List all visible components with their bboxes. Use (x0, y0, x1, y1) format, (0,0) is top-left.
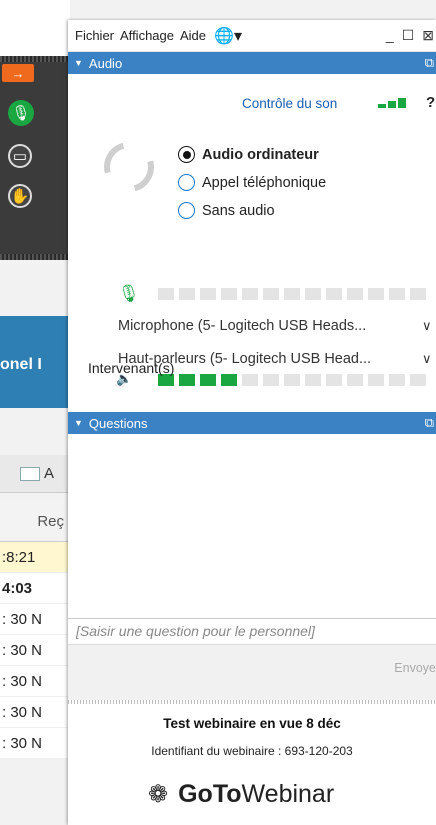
questions-log (68, 434, 436, 618)
list-item[interactable]: : 30 N (0, 635, 70, 666)
raise-hand-icon[interactable]: ✋ (8, 184, 32, 208)
restore-icon[interactable]: ☐ (402, 27, 415, 44)
list-item[interactable]: :8:21 (0, 542, 70, 573)
level-segment (242, 288, 258, 300)
chevron-down-icon[interactable]: ∨ (422, 318, 432, 334)
menu-aide[interactable]: Aide (180, 28, 206, 43)
resize-grip[interactable] (68, 700, 436, 704)
menu-fichier[interactable]: Fichier (75, 28, 114, 43)
level-segment (389, 288, 405, 300)
level-segment (179, 288, 195, 300)
sound-control-link[interactable]: Contrôle du son (242, 96, 337, 111)
option-computer-audio[interactable]: Audio ordinateur (178, 146, 319, 163)
send-button[interactable]: Envoye (394, 661, 436, 675)
option-phone-call[interactable]: Appel téléphonique (178, 174, 326, 191)
webinar-id: Identifiant du webinaire : 693-120-203 (151, 744, 353, 758)
toolbar-text: A (44, 465, 55, 482)
background-banner: onel I (0, 316, 70, 408)
background-control-bar: → 🎙 ▭ ✋ (0, 56, 70, 260)
level-segment (326, 288, 342, 300)
background-window-top (0, 0, 70, 60)
loading-spinner-icon (94, 132, 164, 202)
level-segment (263, 374, 279, 386)
logo-rest-text: Webinar (241, 780, 335, 808)
chevron-down-icon[interactable]: ∨ (422, 351, 432, 367)
radio-selected[interactable] (178, 146, 195, 163)
radio-unselected[interactable] (178, 174, 195, 191)
arrow-right-icon[interactable]: → (2, 64, 34, 82)
level-segment (347, 374, 363, 386)
audio-section-header[interactable]: ▼ Audio ⧉ (68, 52, 436, 74)
popout-icon[interactable]: ⧉ (425, 55, 434, 71)
screen-icon[interactable]: ▭ (8, 144, 32, 168)
collapse-triangle-icon[interactable]: ▼ (74, 58, 83, 68)
microphone-device-label: Microphone (5- Logitech USB Heads... (118, 318, 367, 334)
level-segment (200, 374, 216, 386)
level-segment (305, 374, 321, 386)
level-segment (410, 288, 426, 300)
level-segment (389, 374, 405, 386)
grip-bottom (0, 254, 70, 260)
list-header[interactable]: Reç (0, 502, 70, 542)
question-compose-area: Envoye (68, 644, 436, 700)
background-toolbar: A (0, 455, 70, 493)
gotowebinar-flower-icon: ❁ (148, 781, 169, 808)
level-segment (284, 288, 300, 300)
language-globe-icon[interactable]: 🌐▾ (214, 26, 242, 46)
banner-text: onel I (0, 356, 42, 373)
level-segment (179, 374, 195, 386)
level-segment (326, 374, 342, 386)
speakers-list-label: Intervenant(s) (88, 360, 175, 376)
microphone-select[interactable]: Microphone (5- Logitech USB Heads... ∨ (118, 318, 432, 334)
option-no-audio[interactable]: Sans audio (178, 202, 275, 219)
questions-section-title: Questions (88, 415, 148, 431)
signal-bars-icon (378, 98, 406, 108)
detach-icon[interactable]: ⊠ (422, 27, 434, 44)
menu-bar: Fichier Affichage Aide 🌐▾ _ ☐ ⊠ (68, 20, 436, 52)
menu-affichage[interactable]: Affichage (120, 28, 174, 43)
microphone-icon: 🎙 (118, 284, 140, 303)
list-item[interactable]: : 30 N (0, 604, 70, 635)
level-segment (200, 288, 216, 300)
level-segment (221, 288, 237, 300)
audio-section-title: Audio (88, 55, 123, 71)
option-label: Appel téléphonique (202, 174, 327, 191)
radio-unselected[interactable] (178, 202, 195, 219)
background-message-list: Reç :8:21 4:03 : 30 N : 30 N : 30 N : 30… (0, 502, 70, 759)
logo-bold-text: GoTo (178, 780, 242, 808)
collapse-triangle-icon[interactable]: ▼ (74, 418, 83, 428)
level-segment (284, 374, 300, 386)
list-item[interactable]: : 30 N (0, 728, 70, 759)
level-segment (242, 374, 258, 386)
help-icon[interactable]: ? (426, 94, 435, 111)
level-segment (221, 374, 237, 386)
level-segment (368, 374, 384, 386)
level-segment (410, 374, 426, 386)
grip-top (0, 56, 70, 62)
speaker-level-meter (158, 374, 426, 386)
microphone-icon[interactable]: 🎙 (8, 100, 34, 126)
option-label: Sans audio (202, 202, 275, 219)
question-input[interactable]: [Saisir une question pour le personnel] (68, 618, 436, 644)
level-segment (305, 288, 321, 300)
minimize-icon[interactable]: _ (386, 27, 394, 44)
list-item[interactable]: : 30 N (0, 697, 70, 728)
list-item[interactable]: : 30 N (0, 666, 70, 697)
option-label: Audio ordinateur (202, 146, 319, 163)
level-segment (263, 288, 279, 300)
popout-icon[interactable]: ⧉ (425, 415, 434, 431)
webinar-title: Test webinaire en vue 8 déc (163, 716, 341, 731)
level-segment (158, 288, 174, 300)
window-controls: _ ☐ ⊠ (386, 27, 434, 44)
list-item[interactable]: 4:03 (0, 573, 70, 604)
gotowebinar-panel: Fichier Affichage Aide 🌐▾ _ ☐ ⊠ ▼ Audio … (68, 20, 436, 825)
questions-section-header[interactable]: ▼ Questions ⧉ (68, 412, 436, 434)
level-segment (347, 288, 363, 300)
mail-icon[interactable] (20, 467, 40, 481)
gotowebinar-logo: ❁ GoTo Webinar (148, 780, 334, 809)
level-segment (368, 288, 384, 300)
microphone-level-meter (158, 288, 426, 300)
